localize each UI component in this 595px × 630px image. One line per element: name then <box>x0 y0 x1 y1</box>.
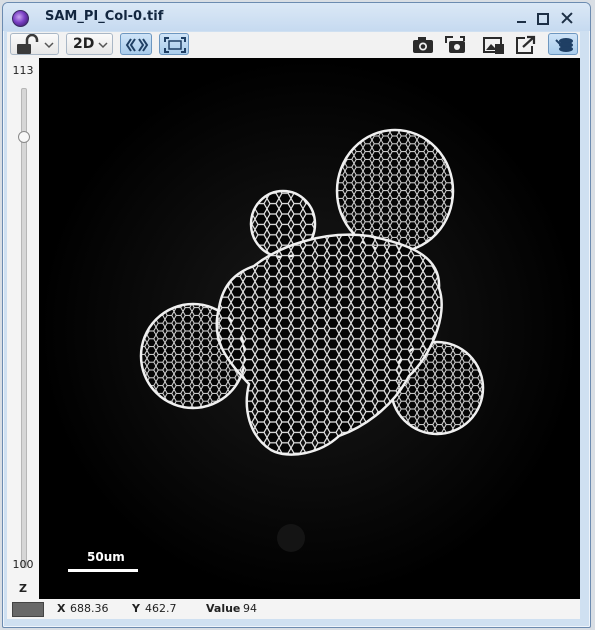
status-bar: X 688.36 Y 462.7 Value 94 <box>7 599 580 619</box>
channel-sync-button[interactable] <box>120 33 152 55</box>
image-viewport[interactable]: 50um <box>39 58 580 599</box>
stack-icon <box>555 38 573 52</box>
title-bar[interactable]: SAM_PI_Col-0.tif <box>3 3 590 31</box>
pixel-value: 94 <box>243 602 257 615</box>
app-icon[interactable] <box>12 10 29 27</box>
microscopy-image <box>39 58 580 599</box>
maximize-button[interactable] <box>535 11 551 25</box>
camera-icon[interactable] <box>412 35 434 55</box>
window-title: SAM_PI_Col-0.tif <box>45 9 164 24</box>
y-coordinate-label: Y <box>132 602 140 615</box>
pixel-value-label: Value <box>206 602 241 615</box>
close-button[interactable] <box>559 11 575 25</box>
layers-button[interactable] <box>548 33 578 55</box>
minimize-button[interactable] <box>514 11 530 25</box>
z-slider-track[interactable] <box>21 88 27 568</box>
viewer-toolbar: 2D <box>7 32 580 58</box>
view-mode-dropdown[interactable]: 2D <box>66 33 113 55</box>
scale-bar-label: 50um <box>87 550 125 564</box>
x-coordinate-label: X <box>57 602 66 615</box>
y-coordinate-value: 462.7 <box>145 602 177 615</box>
scale-bar <box>68 569 138 572</box>
slider-min-label: 100 <box>12 558 34 571</box>
image-icon[interactable] <box>483 35 505 55</box>
slider-max-label: 113 <box>12 64 34 77</box>
chevron-down-icon <box>98 42 108 49</box>
fit-frame-icon <box>164 37 186 53</box>
x-coordinate-value: 688.36 <box>70 602 109 615</box>
lock-open-icon <box>17 34 54 54</box>
camera-copy-icon[interactable] <box>444 35 466 55</box>
fit-to-window-button[interactable] <box>159 33 189 55</box>
z-slider-thumb[interactable] <box>18 130 30 143</box>
pixel-color-swatch <box>12 602 44 617</box>
lock-dropdown[interactable] <box>10 33 59 55</box>
z-axis-label: Z <box>19 582 27 595</box>
double-chevron-icon <box>125 38 149 52</box>
external-link-icon[interactable] <box>515 35 537 55</box>
z-slice-panel: 113 100 Z <box>7 58 39 599</box>
